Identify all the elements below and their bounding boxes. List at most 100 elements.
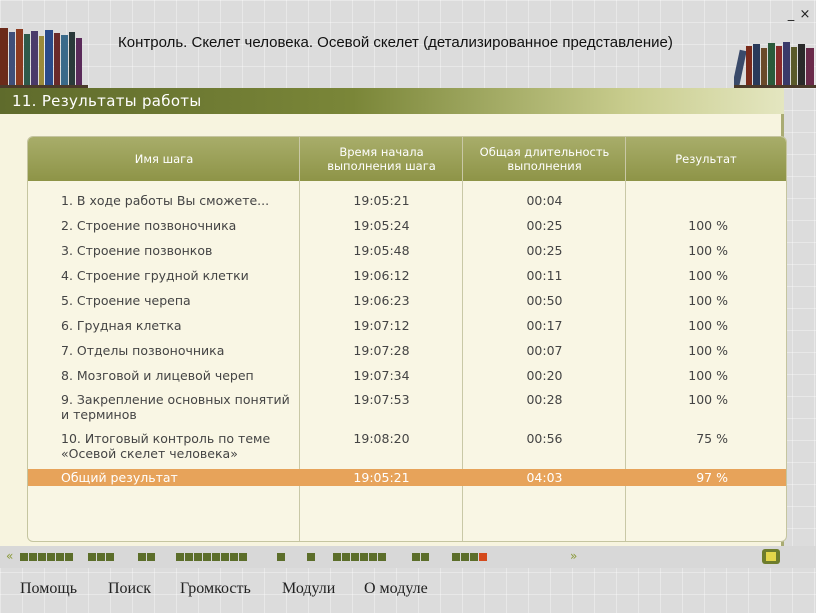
start-time: 19:05:21 [353,193,410,208]
double-chevron-left-icon[interactable]: « [6,549,13,563]
step-group [333,553,386,561]
app-window: _ × Контроль. Скелет человека. Осевой ск… [0,0,816,613]
step-marker[interactable] [147,553,155,561]
step-marker[interactable] [56,553,64,561]
step-group [20,553,73,561]
step-marker[interactable] [38,553,46,561]
step-marker[interactable] [230,553,238,561]
menu-about-module[interactable]: О модуле [364,580,428,598]
step-name: 8. Мозговой и лицевой череп [61,368,254,383]
step-marker[interactable] [47,553,55,561]
total-duration: 04:03 [526,470,563,485]
minimize-button[interactable]: _ [784,8,798,22]
column-header-result: Результат [675,152,737,166]
step-name: 1. В ходе работы Вы сможете... [61,193,270,208]
step-marker[interactable] [277,553,285,561]
step-marker[interactable] [176,553,184,561]
step-group [277,553,285,561]
result: 100 % [688,243,728,258]
menu-search[interactable]: Поиск [108,580,151,598]
duration: 00:56 [526,431,563,446]
menu-modules[interactable]: Модули [282,580,335,598]
duration: 00:11 [526,268,563,283]
start-time: 19:06:23 [353,293,410,308]
duration: 00:25 [526,243,563,258]
step-name: 6. Грудная клетка [61,318,182,333]
step-name: 4. Строение грудной клетки [61,268,249,283]
duration: 00:28 [526,392,563,407]
step-group [88,553,114,561]
result: 100 % [688,293,728,308]
step-name: 7. Отделы позвоночника [61,343,225,358]
section-header: 11. Результаты работы [0,88,784,114]
step-marker[interactable] [212,553,220,561]
step-name: 2. Строение позвоночника [61,218,237,233]
window-title: Контроль. Скелет человека. Осевой скелет… [118,34,673,51]
step-marker[interactable] [378,553,386,561]
total-row: Общий результат 19:05:21 04:03 97 % [28,469,786,486]
double-chevron-right-icon[interactable]: » [570,549,577,563]
step-name: 3. Строение позвонков [61,243,213,258]
result: 75 % [696,431,728,446]
result: 100 % [688,268,728,283]
column-header-start-time: Время начала выполнения шага [327,145,436,173]
step-marker[interactable] [307,553,315,561]
duration: 00:20 [526,368,563,383]
section-title: 11. Результаты работы [12,92,202,110]
step-marker[interactable] [369,553,377,561]
result: 100 % [688,318,728,333]
step-marker[interactable] [360,553,368,561]
floppy-disk-icon[interactable] [762,549,780,564]
step-name: 9. Закрепление основных понятий и термин… [61,392,290,422]
content-panel: Имя шага Время начала выполнения шага Об… [0,114,787,546]
step-marker[interactable] [20,553,28,561]
table-header: Имя шага Время начала выполнения шага Об… [28,137,786,181]
step-marker[interactable] [239,553,247,561]
menu-help[interactable]: Помощь [20,580,77,598]
step-marker[interactable] [333,553,341,561]
start-time: 19:07:53 [353,392,410,407]
result: 100 % [688,368,728,383]
step-marker[interactable] [88,553,96,561]
menu-volume[interactable]: Громкость [180,580,251,598]
step-group [452,553,487,561]
step-marker[interactable] [351,553,359,561]
bottom-menu: Помощь Поиск Громкость Модули О модуле [0,568,816,613]
step-marker[interactable] [461,553,469,561]
result: 100 % [688,392,728,407]
duration: 00:25 [526,218,563,233]
start-time: 19:07:34 [353,368,410,383]
bookshelf-left-image [0,28,88,88]
close-button[interactable]: × [798,8,812,22]
step-marker[interactable] [203,553,211,561]
result: 100 % [688,218,728,233]
step-marker[interactable] [106,553,114,561]
step-navigation-bar: « » [0,546,816,568]
step-marker[interactable] [29,553,37,561]
step-marker[interactable] [470,553,478,561]
step-marker[interactable] [452,553,460,561]
total-result: 97 % [696,470,728,485]
step-marker[interactable] [194,553,202,561]
start-time: 19:07:28 [353,343,410,358]
step-marker[interactable] [342,553,350,561]
total-label: Общий результат [61,470,178,485]
step-marker[interactable] [185,553,193,561]
step-marker[interactable] [479,553,487,561]
step-marker[interactable] [412,553,420,561]
step-group [138,553,155,561]
step-group [412,553,429,561]
duration: 00:50 [526,293,563,308]
step-marker[interactable] [138,553,146,561]
step-group [176,553,247,561]
duration: 00:04 [526,193,563,208]
duration: 00:17 [526,318,563,333]
total-start-time: 19:05:21 [353,470,410,485]
start-time: 19:05:24 [353,218,410,233]
step-marker[interactable] [221,553,229,561]
step-marker[interactable] [421,553,429,561]
start-time: 19:08:20 [353,431,410,446]
column-header-step-name: Имя шага [134,152,194,166]
step-marker[interactable] [65,553,73,561]
step-marker[interactable] [97,553,105,561]
